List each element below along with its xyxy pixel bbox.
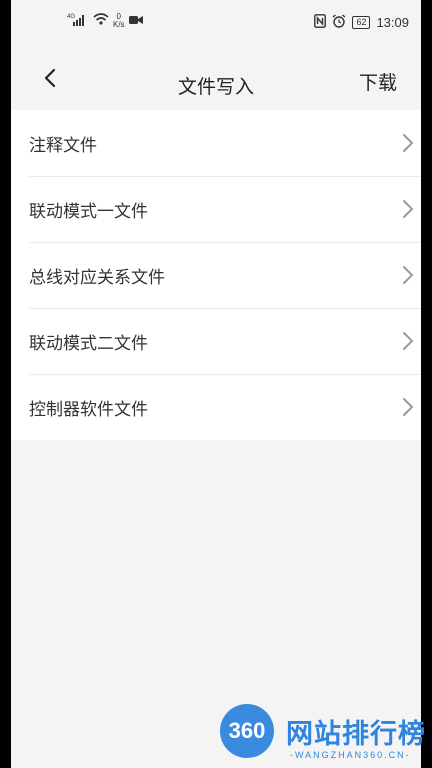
list-item-label: 联动模式一文件 — [29, 201, 148, 222]
list-item-label: 控制器软件文件 — [29, 399, 148, 420]
watermark-logo: 360 — [220, 704, 274, 758]
signal-icon: 4G — [67, 12, 89, 29]
network-speed-unit: K/s — [113, 19, 125, 29]
watermark-subtitle: -WANGZHAN360.CN- — [290, 750, 411, 760]
wifi-icon — [93, 12, 109, 29]
chevron-right-icon — [403, 200, 414, 218]
list-item-linkage-mode-1-file[interactable]: 联动模式一文件 — [11, 176, 421, 242]
nfc-icon — [314, 14, 327, 31]
alarm-clock-icon — [332, 14, 346, 31]
download-button[interactable]: 下载 — [359, 68, 397, 95]
status-bar: 4G 0 K/s 62 13:09 — [11, 0, 421, 44]
list-item-annotation-file[interactable]: 注释文件 — [11, 110, 421, 176]
svg-text:4G: 4G — [67, 14, 75, 20]
watermark-title: 网站排行榜 — [286, 719, 426, 750]
status-left: 4G 0 K/s — [67, 12, 143, 29]
list-item-controller-software-file[interactable]: 控制器软件文件 — [11, 374, 421, 440]
list-item-label: 注释文件 — [29, 135, 97, 156]
file-list: 注释文件 联动模式一文件 总线对应关系文件 联动模式二文件 控制器软件文件 — [11, 110, 421, 440]
battery-indicator: 62 — [352, 16, 371, 29]
watermark: 360 网站排行榜 -WANGZHAN360.CN- — [220, 704, 430, 768]
list-item-label: 联动模式二文件 — [29, 333, 148, 354]
list-item-linkage-mode-2-file[interactable]: 联动模式二文件 — [11, 308, 421, 374]
app-screen: 4G 0 K/s 62 13:09 文件写入 下载 注释文件 联动模式一文件 总… — [11, 0, 421, 768]
nav-bar: 文件写入 下载 — [11, 44, 421, 110]
chevron-right-icon — [403, 332, 414, 350]
video-camera-icon — [128, 13, 143, 28]
list-item-bus-mapping-file[interactable]: 总线对应关系文件 — [11, 242, 421, 308]
network-speed: 0 K/s — [113, 12, 125, 29]
status-right: 62 13:09 — [314, 14, 409, 31]
list-item-label: 总线对应关系文件 — [29, 267, 165, 288]
chevron-right-icon — [403, 266, 414, 284]
chevron-right-icon — [403, 134, 414, 152]
status-time: 13:09 — [376, 15, 409, 30]
chevron-right-icon — [403, 398, 414, 416]
